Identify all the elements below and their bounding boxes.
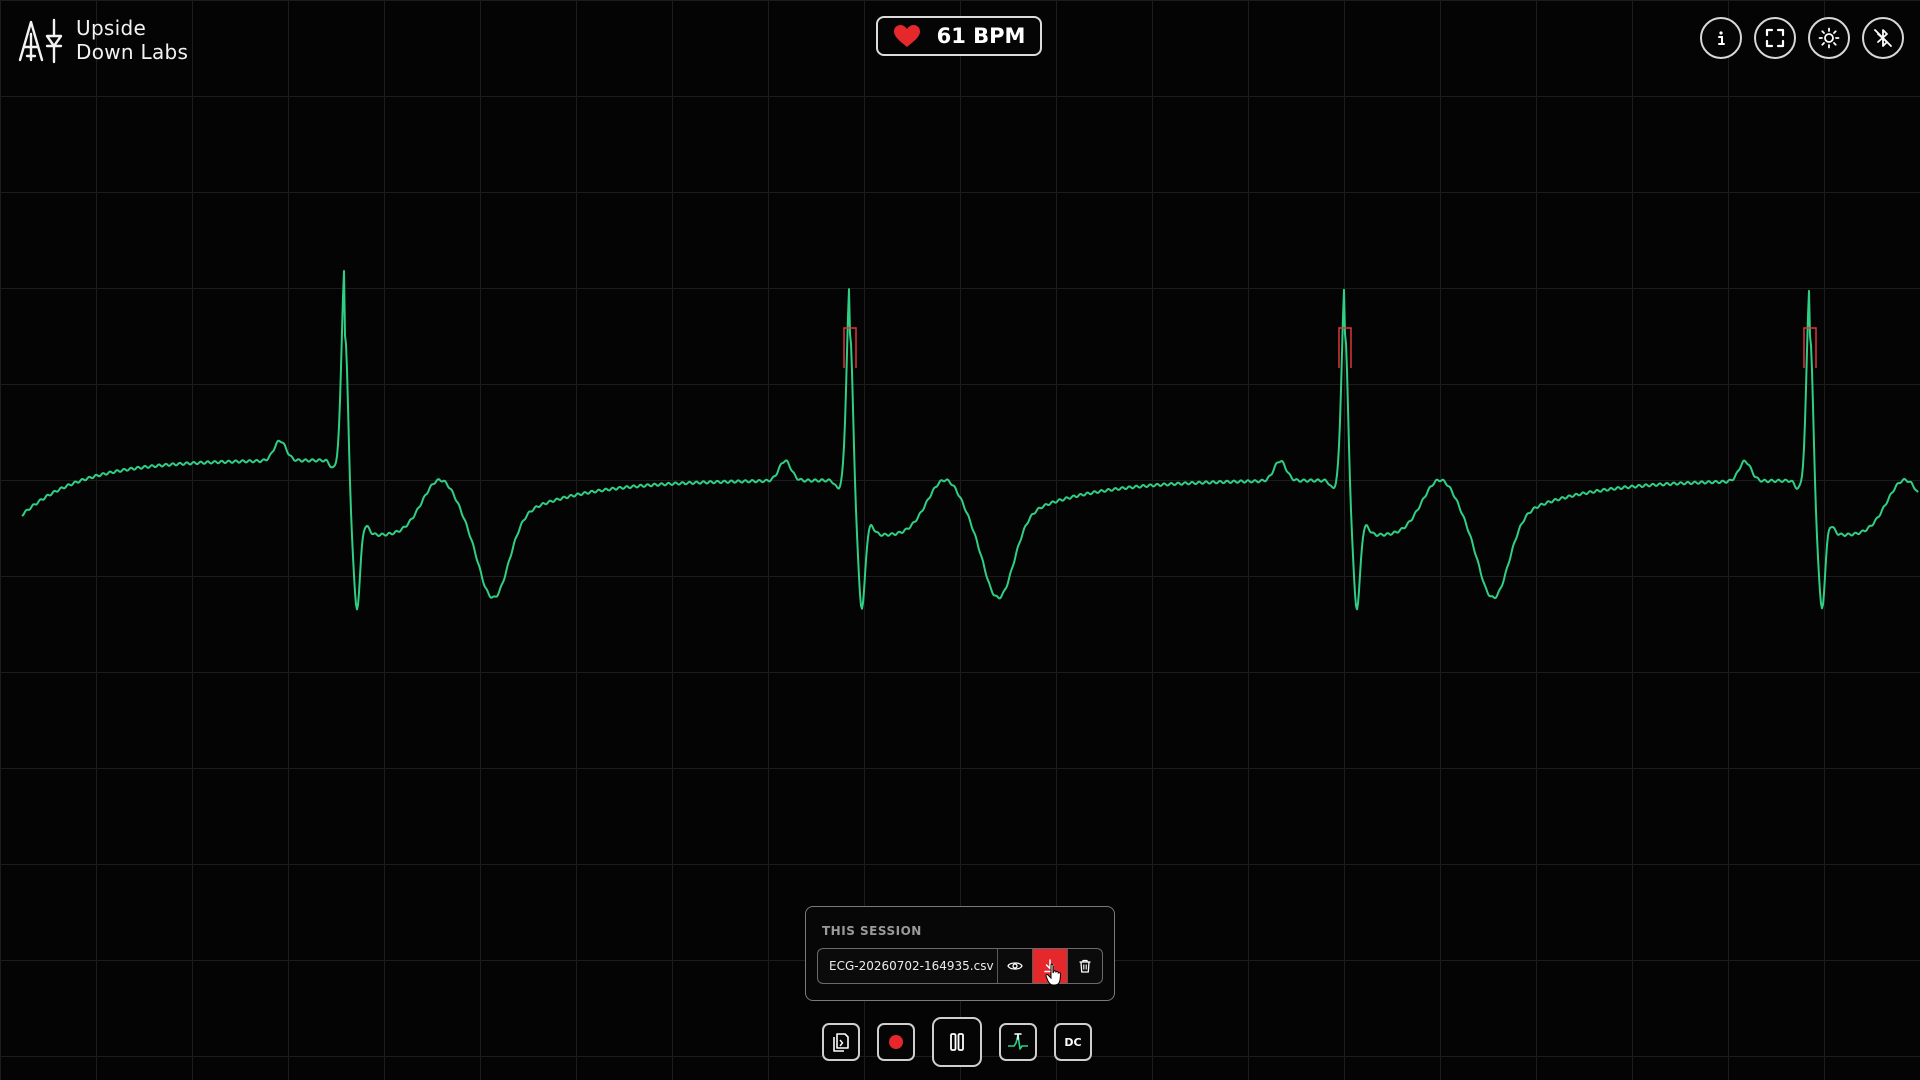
eye-icon — [1007, 962, 1023, 970]
playback-controls: DC — [822, 1017, 1092, 1067]
ecg-signal-line — [21, 270, 1919, 611]
session-file-name[interactable]: ECG-20260702-164935.csv — [818, 949, 998, 983]
files-button[interactable] — [822, 1023, 860, 1061]
ecg-filter-button[interactable] — [999, 1023, 1037, 1061]
ecg-filter-icon — [1008, 1033, 1028, 1050]
view-file-button[interactable] — [998, 949, 1033, 983]
record-icon — [889, 1035, 903, 1049]
dc-filter-button[interactable]: DC — [1054, 1023, 1092, 1061]
record-button[interactable] — [877, 1023, 915, 1061]
pointer-cursor-icon — [1045, 963, 1062, 986]
session-panel: THIS SESSION ECG-20260702-164935.csv — [805, 906, 1115, 1001]
r-peak-markers — [843, 327, 1817, 368]
dc-label: DC — [1064, 1035, 1082, 1049]
files-icon — [833, 1033, 849, 1052]
ecg-monitor-app: Upside Down Labs 61 BPM THIS SESSION ECG… — [0, 0, 1920, 1080]
pause-button[interactable] — [932, 1017, 982, 1067]
pause-icon — [950, 1033, 964, 1051]
session-title: THIS SESSION — [822, 924, 922, 938]
delete-file-button[interactable] — [1068, 949, 1102, 983]
trash-icon — [1079, 959, 1091, 973]
